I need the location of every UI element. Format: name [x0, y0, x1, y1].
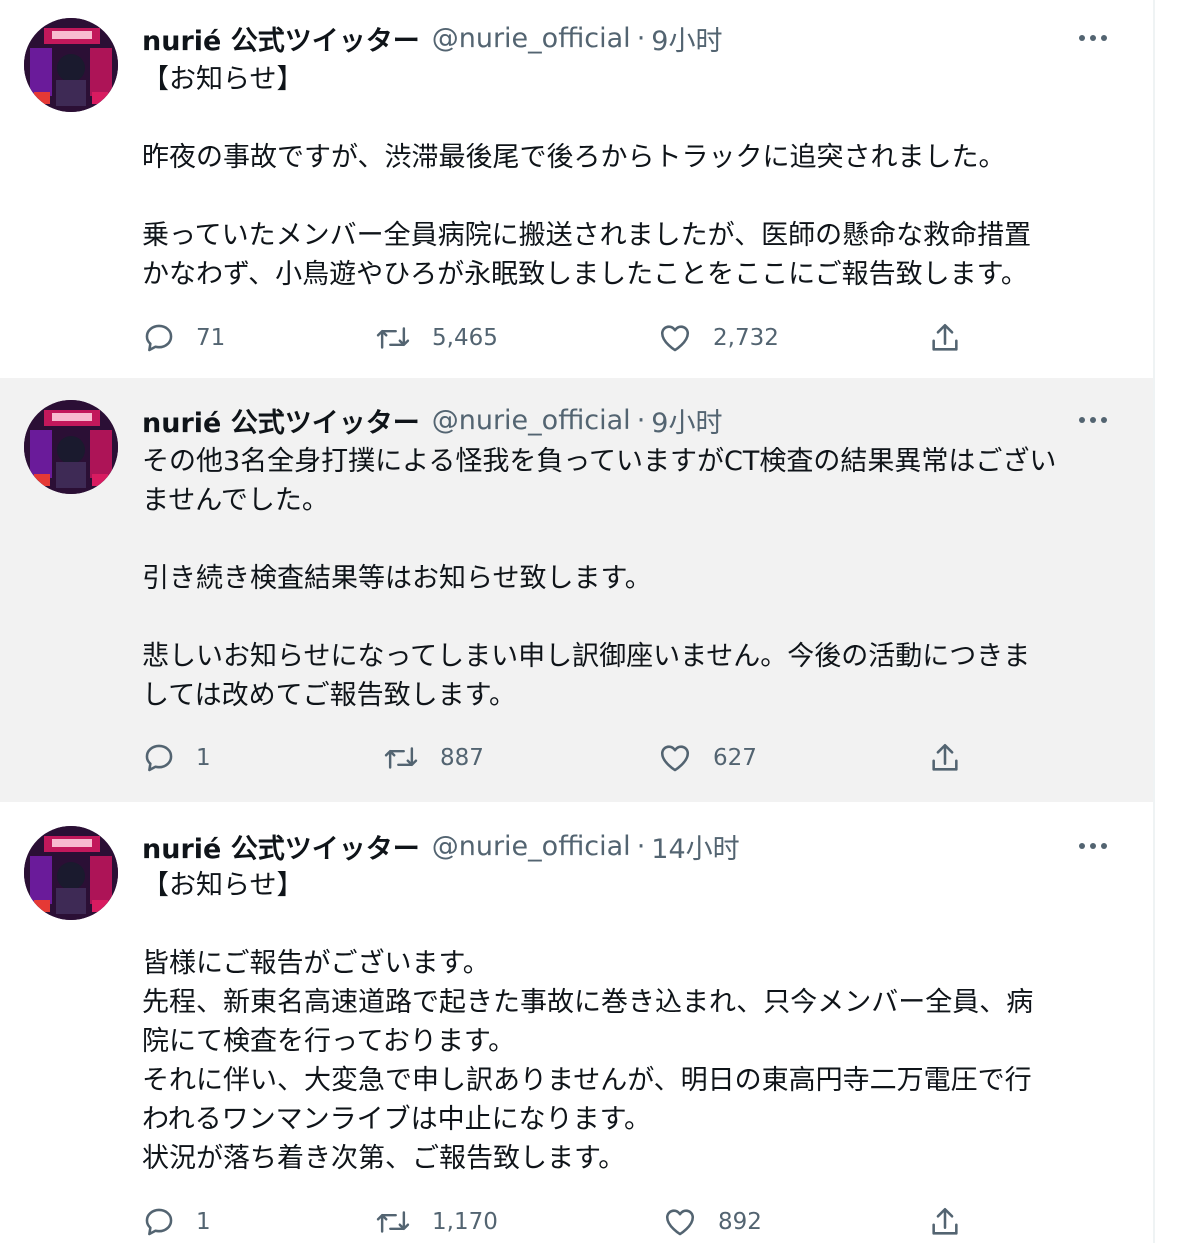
- reply-button[interactable]: 1: [142, 1200, 211, 1243]
- tweet-text-line: 悲しいお知らせになってしまい申し訳御座いません。今後の活動につきま: [142, 641, 1031, 672]
- timestamp[interactable]: 14小时: [651, 827, 739, 866]
- author-name[interactable]: nurié 公式ツイッター: [142, 19, 420, 58]
- reply-bubble-icon: [145, 324, 173, 352]
- share-upload-icon: [932, 323, 958, 351]
- author-handle[interactable]: @nurie_official: [432, 405, 631, 436]
- tweet-text-line: しては改めてご報告致します。: [142, 680, 516, 711]
- tweet-text: その他3名全身打撲による怪我を負っていますがCT検査の結果異常はござい ませんで…: [142, 442, 1132, 715]
- tweet[interactable]: nurié 公式ツイッター @nurie_official · 9小时 【お知ら…: [0, 0, 1153, 378]
- tweet-text: 【お知らせ】 昨夜の事故ですが、渋滞最後尾で後ろからトラックに追突されました。 …: [142, 60, 1132, 294]
- separator-dot: ·: [636, 404, 646, 436]
- tweet-text-line: われるワンマンライブは中止になります。: [142, 1104, 651, 1135]
- tweet[interactable]: nurié 公式ツイッター @nurie_official · 14小时 【お知…: [0, 802, 1153, 1243]
- like-count: 2,732: [713, 325, 779, 351]
- tweet-text-line: 【お知らせ】: [142, 64, 304, 95]
- avatar[interactable]: [24, 18, 118, 112]
- timeline: nurié 公式ツイッター @nurie_official · 9小时 【お知ら…: [0, 0, 1155, 1243]
- tweet-text-line: 【お知らせ】: [142, 870, 304, 901]
- tweet-actions: 1 1,170 892: [142, 1200, 972, 1243]
- retweet-count: 5,465: [432, 325, 498, 351]
- timestamp[interactable]: 9小时: [651, 19, 722, 58]
- more-dots-icon[interactable]: [1073, 18, 1113, 58]
- retweet-arrows-icon: [384, 747, 418, 769]
- more-dots-icon[interactable]: [1073, 400, 1113, 440]
- tweet-text-line: [142, 598, 1132, 637]
- share-button[interactable]: [928, 1200, 962, 1243]
- retweet-button[interactable]: 1,170: [374, 1200, 498, 1243]
- tweet[interactable]: nurié 公式ツイッター @nurie_official · 9小时 その他3…: [0, 378, 1153, 802]
- separator-dot: ·: [636, 830, 646, 862]
- like-count: 627: [713, 745, 757, 771]
- tweet-text-line: [142, 520, 1132, 559]
- share-upload-icon: [932, 1207, 958, 1235]
- author-handle[interactable]: @nurie_official: [432, 831, 631, 862]
- share-button[interactable]: [928, 316, 962, 360]
- author-name[interactable]: nurié 公式ツイッター: [142, 401, 420, 440]
- retweet-arrows-icon: [376, 327, 410, 349]
- avatar[interactable]: [24, 400, 118, 494]
- tweet-text-line: かなわず、小鳥遊やひろが永眠致しましたことをここにご報告致します。: [142, 259, 1028, 290]
- retweet-button[interactable]: 887: [382, 736, 484, 780]
- tweet-header: nurié 公式ツイッター @nurie_official · 9小时: [142, 400, 722, 440]
- reply-bubble-icon: [145, 1208, 173, 1236]
- retweet-count: 1,170: [432, 1209, 498, 1235]
- reply-count: 1: [196, 745, 211, 771]
- share-button[interactable]: [928, 736, 962, 780]
- reply-count: 1: [196, 1209, 211, 1235]
- tweet-text: 【お知らせ】 皆様にご報告がございます。 先程、新東名高速道路で起きた事故に巻き…: [142, 866, 1132, 1178]
- retweet-button[interactable]: 5,465: [374, 316, 498, 360]
- share-upload-icon: [932, 743, 958, 771]
- tweet-text-line: 乗っていたメンバー全員病院に搬送されましたが、医師の懸命な救命措置: [142, 220, 1032, 251]
- retweet-count: 887: [440, 745, 484, 771]
- separator-dot: ·: [636, 22, 646, 54]
- like-button[interactable]: 892: [662, 1200, 762, 1243]
- reply-button[interactable]: 71: [142, 316, 225, 360]
- tweet-actions: 1 887 627: [142, 736, 972, 780]
- reply-button[interactable]: 1: [142, 736, 211, 780]
- heart-icon: [665, 1209, 695, 1236]
- tweet-text-line: 皆様にご報告がございます。: [142, 948, 490, 979]
- heart-icon: [660, 325, 690, 352]
- tweet-text-line: ませんでした。: [142, 485, 329, 516]
- author-name[interactable]: nurié 公式ツイッター: [142, 827, 420, 866]
- tweet-text-line: [142, 905, 1132, 944]
- tweet-text-line: 状況が落ち着き次第、ご報告致します。: [142, 1143, 626, 1174]
- tweet-text-line: 院にて検査を行っております。: [142, 1026, 516, 1057]
- avatar[interactable]: [24, 826, 118, 920]
- reply-bubble-icon: [145, 744, 173, 772]
- tweet-text-line: その他3名全身打撲による怪我を負っていますがCT検査の結果異常はござい: [142, 446, 1057, 477]
- tweet-text-line: それに伴い、大変急で申し訳ありませんが、明日の東高円寺二万電圧で行: [142, 1065, 1032, 1096]
- like-count: 892: [718, 1209, 762, 1235]
- tweet-header: nurié 公式ツイッター @nurie_official · 9小时: [142, 18, 722, 58]
- tweet-text-line: [142, 99, 1132, 138]
- like-button[interactable]: 2,732: [657, 316, 779, 360]
- tweet-actions: 71 5,465 2,732: [142, 316, 972, 360]
- tweet-text-line: 先程、新東名高速道路で起きた事故に巻き込まれ、只今メンバー全員、病: [142, 987, 1034, 1018]
- retweet-arrows-icon: [376, 1211, 410, 1233]
- reply-count: 71: [196, 325, 226, 351]
- author-handle[interactable]: @nurie_official: [432, 23, 631, 54]
- tweet-text-line: 昨夜の事故ですが、渋滞最後尾で後ろからトラックに追突されました。: [142, 142, 1006, 173]
- tweet-text-line: [142, 177, 1132, 216]
- tweet-header: nurié 公式ツイッター @nurie_official · 14小时: [142, 826, 740, 866]
- heart-icon: [660, 745, 690, 772]
- timestamp[interactable]: 9小时: [651, 401, 722, 440]
- tweet-text-line: 引き続き検査結果等はお知らせ致します。: [142, 563, 652, 594]
- like-button[interactable]: 627: [657, 736, 757, 780]
- more-dots-icon[interactable]: [1073, 826, 1113, 866]
